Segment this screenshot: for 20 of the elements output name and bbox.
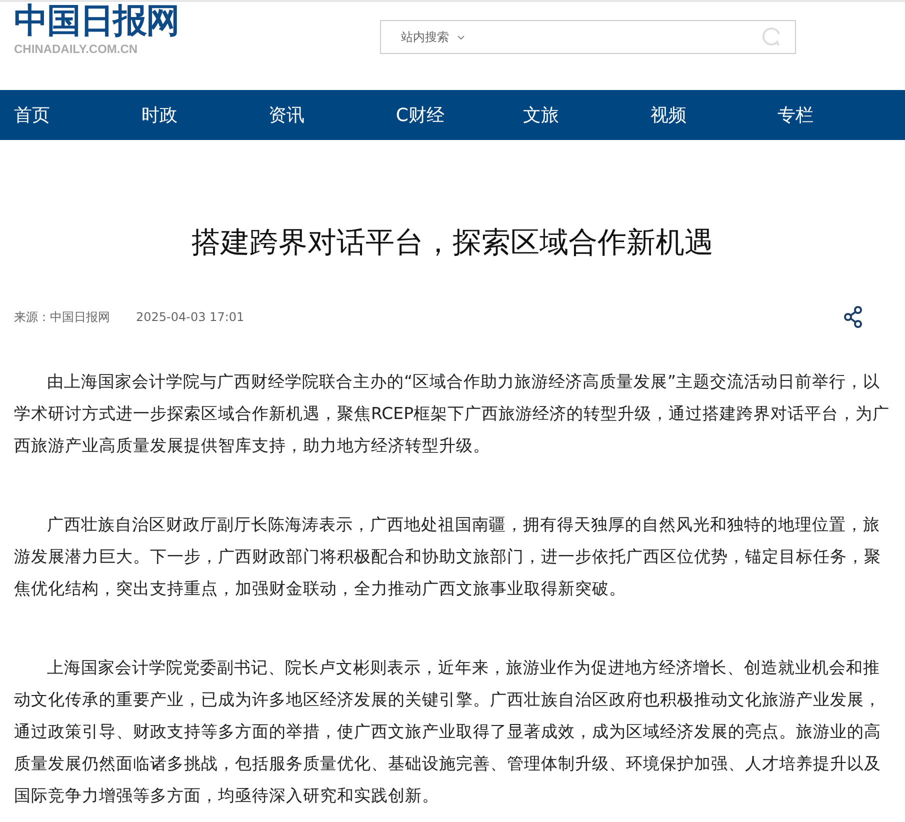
source-label: 来源：中国日报网 [14, 308, 110, 326]
logo[interactable]: 中国日报网 CHINADAILY.COM.CN [14, 2, 380, 56]
article-paragraph: 广西壮族自治区财政厅副厅长陈海涛表示，广西地处祖国南疆，拥有得天独厚的自然风光和独特的地理位置，旅游发展潜力巨大。下一步，广西财政部门将积极配合和协助文旅部门，进一步依托广西区位优势，锚定目标任务，聚焦优化结构，突出支持重点，加强财金联动，全力推动广西文旅事业取得新突破。 [14, 514, 882, 600]
logo-domain: CHINADAILY.COM.CN [14, 42, 139, 56]
nav-link[interactable]: 资讯 [268, 103, 396, 127]
search-field[interactable]: 站内搜索 [380, 20, 796, 54]
article-title: 搭建跨界对话平台，探索区域合作新机遇 [190, 224, 714, 260]
nav-link[interactable]: 专栏 [778, 103, 905, 127]
nav-link[interactable]: 首页 [14, 103, 142, 127]
publish-date: 2025-04-03 17:01 [136, 310, 244, 324]
nav-link[interactable]: C财经 [396, 103, 524, 127]
nav-link[interactable]: 视频 [650, 103, 778, 127]
article-paragraph: 上海国家会计学院党委副书记、院长卢文彬则表示，近年来，旅游业作为促进地方经济增长、创造就业机会和推动文化传承的重要产业，已成为许多地区经济发展的关键引擎。广西壮族自治区政府也积极推动文化旅游产业发展，通过政策引导、财政支持等多方面的举措，使广西文旅产业取得了显著成效，成为区域经济发展的亮点。旅游业的高质量发展仍然面临诸多挑战，包括服务质量优化、基础设施完善、管理体制升级、环境保护加强、人才培养提升以及国际竞争力增强等多方面，均亟待深入研究和实践创新。 [14, 657, 882, 807]
scope-dropdown[interactable]: 站内搜索 [401, 28, 465, 46]
article-paragraph: 由上海国家会计学院与广西财经学院联合主办的“区域合作助力旅游经济高质量发展”主题交流活动日前举行，以学术研讨方式进一步探索区域合作新机遇，聚焦RCEP框架下广西旅游经济的转型升级，通过搭建跨界对话平台，为广西旅游产业高质量发展提供智库支持，助力地方经济转型升级。 [14, 371, 891, 457]
nav-link[interactable]: 文旅 [523, 103, 650, 127]
logo-name: 中国日报网 [14, 2, 180, 40]
share-icon[interactable] [843, 306, 863, 328]
caret-icon [457, 34, 465, 40]
nav-link[interactable]: 时政 [141, 103, 269, 127]
